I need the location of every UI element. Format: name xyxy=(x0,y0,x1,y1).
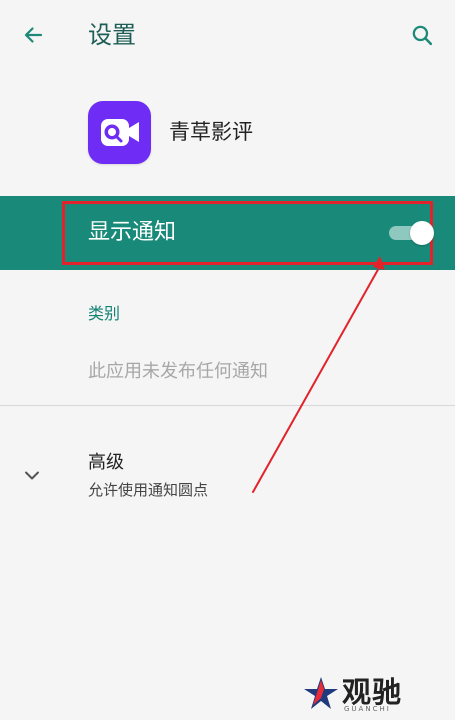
app-info-row: 青草影评 xyxy=(0,95,455,169)
top-app-bar: 设置 xyxy=(0,0,455,70)
back-arrow-icon xyxy=(24,27,43,43)
show-notifications-toggle[interactable] xyxy=(389,221,435,245)
advanced-subtitle: 允许使用通知圆点 xyxy=(88,481,209,499)
watermark-text: 观驰 xyxy=(342,675,403,709)
settings-screen: 设置 青草影评 显示通知 类别 此应用未发布任何通知 高级 允许使用通知圆点 观… xyxy=(0,0,455,720)
section-divider xyxy=(0,405,455,406)
show-notifications-label: 显示通知 xyxy=(88,220,177,245)
category-heading: 类别 xyxy=(88,304,121,323)
no-notifications-text: 此应用未发布任何通知 xyxy=(88,361,268,382)
app-name: 青草影评 xyxy=(169,120,253,144)
video-camera-icon xyxy=(101,119,139,146)
chevron-down-icon xyxy=(25,471,39,480)
search-button[interactable] xyxy=(403,16,441,54)
watermark-subtext: GUANCHI xyxy=(344,705,391,713)
star-logo-icon xyxy=(304,677,338,709)
advanced-title: 高级 xyxy=(88,452,124,473)
app-icon xyxy=(88,101,151,164)
search-icon xyxy=(412,25,432,45)
page-title: 设置 xyxy=(88,21,136,49)
toggle-thumb xyxy=(410,221,434,245)
back-button[interactable] xyxy=(14,16,52,54)
watermark-logo: 观驰 GUANCHI xyxy=(302,674,437,714)
advanced-settings-row[interactable]: 高级 允许使用通知圆点 xyxy=(0,441,455,511)
